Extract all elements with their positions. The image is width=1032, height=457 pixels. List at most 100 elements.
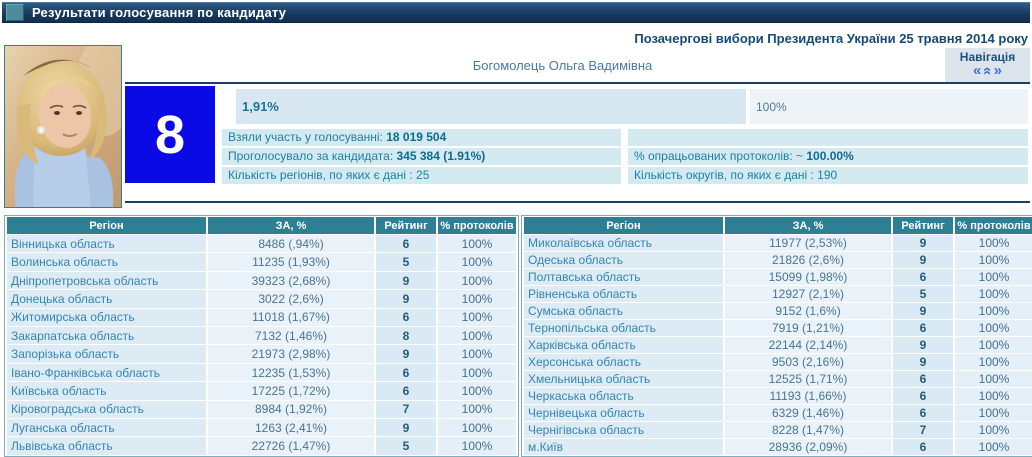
region-cell[interactable]: Закарпатська область <box>7 327 206 345</box>
page-title: Результати голосування по кандидату <box>32 5 287 20</box>
protocols-value: 100.00% <box>803 149 854 163</box>
votes-cell: 39323 (2,68%) <box>208 271 374 290</box>
protocols-cell: 100% <box>438 382 516 400</box>
protocols-cell: 100% <box>438 363 516 382</box>
region-cell[interactable]: Хмельницька область <box>524 371 723 387</box>
votes-stat: Проголосувало за кандидата: 345 384 (1.9… <box>222 148 621 165</box>
region-cell[interactable]: Тернопільська область <box>524 320 723 336</box>
table-row: Волинська область 11235 (1,93%) 5 100% <box>7 253 516 271</box>
region-cell[interactable]: Харківська область <box>524 337 723 353</box>
region-cell[interactable]: Кіровоградська область <box>7 400 206 419</box>
protocols-cell: 100% <box>955 286 1032 302</box>
region-cell[interactable]: Одеська область <box>524 252 723 268</box>
region-cell[interactable]: Рівненська область <box>524 286 723 302</box>
rating-cell: 9 <box>893 303 953 319</box>
table-row: Чернігівська область 8228 (1,47%) 7 100% <box>524 422 1032 438</box>
protocols-cell: 100% <box>438 290 516 308</box>
region-cell[interactable]: Житомирська область <box>7 308 206 327</box>
table-row: Закарпатська область 7132 (1,46%) 8 100% <box>7 327 516 345</box>
region-cell[interactable]: Вінницька область <box>7 235 206 253</box>
votes-cell: 12525 (1,71%) <box>725 371 891 387</box>
table-row: Житомирська область 11018 (1,67%) 6 100% <box>7 308 516 327</box>
votes-cell: 22726 (1,47%) <box>208 437 374 455</box>
region-cell[interactable]: Миколаївська область <box>524 235 723 251</box>
candidate-summary-panel: 8 1,91% 100% Взяли участь у голосуванні:… <box>125 82 1030 203</box>
protocols-stat: % опрацьованих протоколів: ~ 100.00% <box>628 148 1028 165</box>
nav-up-icon[interactable]: » <box>979 66 996 76</box>
rating-cell: 6 <box>893 405 953 421</box>
navigation-panel: Навігація «»» <box>945 48 1030 82</box>
protocols-bar-label: 100% <box>756 99 787 114</box>
rating-cell: 9 <box>893 235 953 251</box>
table-row: Полтавська область 15099 (1,98%) 6 100% <box>524 269 1032 285</box>
region-cell[interactable]: Запорізька область <box>7 345 206 363</box>
region-cell[interactable]: Львівська область <box>7 437 206 455</box>
results-page: Результати голосування по кандидату Поза… <box>0 0 1032 457</box>
region-cell[interactable]: Черкаська область <box>524 388 723 404</box>
column-header-region: Регіон <box>524 217 723 234</box>
rating-cell: 9 <box>376 419 436 437</box>
region-cell[interactable]: Донецька область <box>7 290 206 308</box>
protocols-cell: 100% <box>955 371 1032 387</box>
votes-value: 345 384 (1.91%) <box>393 149 486 163</box>
column-header-region: Регіон <box>7 217 206 234</box>
column-header-votes: ЗА, % <box>208 217 374 234</box>
counts-row: Кількість регіонів, по яких є дані : 25 … <box>222 167 1028 184</box>
votes-cell: 17225 (1,72%) <box>208 382 374 400</box>
rating-cell: 6 <box>893 439 953 455</box>
column-header-rating: Рейтинг <box>376 217 436 234</box>
region-cell[interactable]: Херсонська область <box>524 354 723 370</box>
protocols-cell: 100% <box>438 271 516 290</box>
region-cell[interactable]: Сумська область <box>524 303 723 319</box>
table-header-row: Регіон ЗА, % Рейтинг % протоколів <box>524 217 1032 234</box>
districts-count-stat: Кількість округів, по яких є дані : 190 <box>628 167 1028 184</box>
portrait-image <box>5 46 121 207</box>
rating-cell: 9 <box>376 345 436 363</box>
rating-cell: 6 <box>376 382 436 400</box>
protocols-cell: 100% <box>955 235 1032 251</box>
rating-cell: 9 <box>893 337 953 353</box>
votes-cell: 11977 (2,53%) <box>725 235 891 251</box>
votes-cell: 8228 (1,47%) <box>725 422 891 438</box>
table-row: Донецька область 3022 (2,6%) 9 100% <box>7 290 516 308</box>
votes-cell: 12927 (2,1%) <box>725 286 891 302</box>
header-accent-square-icon <box>6 4 24 21</box>
region-cell[interactable]: Луганська область <box>7 419 206 437</box>
table-row: Хмельницька область 12525 (1,71%) 6 100% <box>524 371 1032 387</box>
table-row: Вінницька область 8486 (,94%) 6 100% <box>7 235 516 253</box>
protocols-cell: 100% <box>955 252 1032 268</box>
table-row: Черкаська область 11193 (1,66%) 6 100% <box>524 388 1032 404</box>
votes-cell: 9503 (2,16%) <box>725 354 891 370</box>
table-row: Кіровоградська область 8984 (1,92%) 7 100% <box>7 400 516 419</box>
region-cell[interactable]: Полтавська область <box>524 269 723 285</box>
result-percent-label: 1,91% <box>242 99 279 114</box>
protocols-cell: 100% <box>955 439 1032 455</box>
percent-bar-track: 1,91% <box>222 89 746 124</box>
region-cell[interactable]: Дніпропетровська область <box>7 271 206 290</box>
protocols-cell: 100% <box>438 253 516 271</box>
protocols-cell: 100% <box>438 419 516 437</box>
region-cell[interactable]: Чернігівська область <box>524 422 723 438</box>
region-cell[interactable]: Чернівецька область <box>524 405 723 421</box>
protocols-cell: 100% <box>438 345 516 363</box>
votes-row: Проголосувало за кандидата: 345 384 (1.9… <box>222 148 1028 165</box>
region-cell[interactable]: м.Київ <box>524 439 723 455</box>
protocols-cell: 100% <box>955 269 1032 285</box>
result-percent-bar: 1,91% 100% <box>222 89 1028 124</box>
votes-cell: 28936 (2,09%) <box>725 439 891 455</box>
rating-cell: 7 <box>376 400 436 419</box>
protocols-cell: 100% <box>955 337 1032 353</box>
region-cell[interactable]: Івано-Франківська область <box>7 363 206 382</box>
rating-cell: 6 <box>376 308 436 327</box>
turnout-value: 18 019 504 <box>382 130 447 144</box>
region-cell[interactable]: Київська область <box>7 382 206 400</box>
table-row: Запорізька область 21973 (2,98%) 9 100% <box>7 345 516 363</box>
rating-cell: 5 <box>376 253 436 271</box>
rating-cell: 8 <box>376 327 436 345</box>
votes-cell: 15099 (1,98%) <box>725 269 891 285</box>
table-row: м.Київ 28936 (2,09%) 6 100% <box>524 439 1032 455</box>
rating-cell: 6 <box>893 371 953 387</box>
votes-cell: 11193 (1,66%) <box>725 388 891 404</box>
region-cell[interactable]: Волинська область <box>7 253 206 271</box>
navigation-label: Навігація <box>959 50 1016 64</box>
